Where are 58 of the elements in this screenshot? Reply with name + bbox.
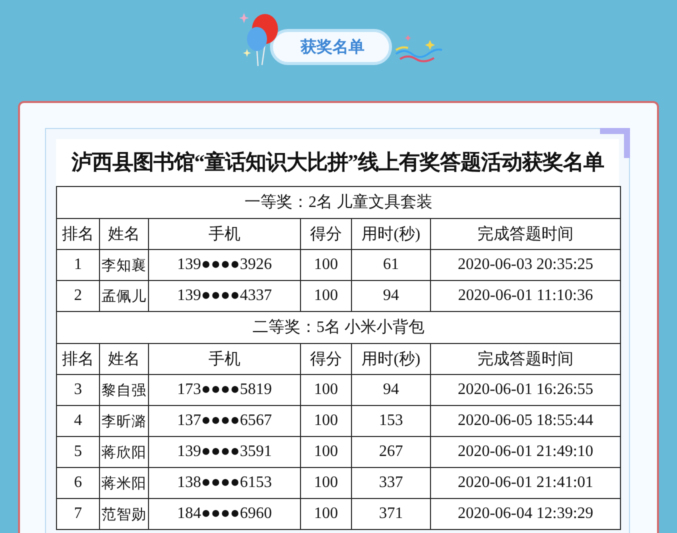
table-cell: 2020-06-01 16:26:55 xyxy=(430,374,620,406)
table-cell: 139●●●●3591 xyxy=(148,436,300,468)
table-cell: 138●●●●6153 xyxy=(148,468,300,498)
column-header: 手机 xyxy=(148,344,300,374)
table-cell: 94 xyxy=(352,374,430,406)
table-cell: 139●●●●4337 xyxy=(148,280,300,312)
table-cell: 100 xyxy=(300,436,352,468)
table-cell: 337 xyxy=(352,468,430,498)
table-cell: 2 xyxy=(56,280,100,312)
table-cell: 2020-06-01 21:49:10 xyxy=(430,436,620,468)
table-cell: 5 xyxy=(56,436,100,468)
table-cell: 137●●●●6567 xyxy=(148,406,300,436)
table-cell: 100 xyxy=(300,280,352,312)
table-cell: 黎自强 xyxy=(100,374,148,406)
table-cell: 100 xyxy=(300,498,352,530)
prize-heading: 二等奖：5名 小米小背包 xyxy=(56,312,620,344)
column-header: 姓名 xyxy=(100,218,148,250)
table-cell: 184●●●●6960 xyxy=(148,498,300,530)
document-title: 泸西县图书馆“童话知识大比拼”线上有奖答题活动获奖名单 xyxy=(70,149,605,176)
table-cell: 2020-06-01 21:41:01 xyxy=(430,468,620,498)
column-header: 得分 xyxy=(300,218,352,250)
column-header: 完成答题时间 xyxy=(430,344,620,374)
table-cell: 范智勋 xyxy=(100,498,148,530)
table-cell: 61 xyxy=(352,250,430,280)
table-cell: 100 xyxy=(300,250,352,280)
table-cell: 1 xyxy=(56,250,100,280)
table-cell: 139●●●●3926 xyxy=(148,250,300,280)
table-cell: 李昕潞 xyxy=(100,406,148,436)
column-header: 排名 xyxy=(56,344,100,374)
table-cell: 100 xyxy=(300,468,352,498)
table-cell: 2020-06-01 11:10:36 xyxy=(430,280,620,312)
column-header: 用时(秒) xyxy=(352,218,430,250)
table-cell: 孟佩儿 xyxy=(100,280,148,312)
table-cell: 94 xyxy=(352,280,430,312)
column-header: 手机 xyxy=(148,218,300,250)
column-header: 用时(秒) xyxy=(352,344,430,374)
column-header: 完成答题时间 xyxy=(430,218,620,250)
table-cell: 100 xyxy=(300,374,352,406)
table-cell: 李知襄 xyxy=(100,250,148,280)
table-cell: 蒋欣阳 xyxy=(100,436,148,468)
column-header: 得分 xyxy=(300,344,352,374)
table-cell: 蒋米阳 xyxy=(100,468,148,498)
table-cell: 2020-06-05 18:55:44 xyxy=(430,406,620,436)
column-header: 排名 xyxy=(56,218,100,250)
table-cell: 173●●●●5819 xyxy=(148,374,300,406)
table-cell: 371 xyxy=(352,498,430,530)
table-cell: 267 xyxy=(352,436,430,468)
column-header: 姓名 xyxy=(100,344,148,374)
prize-heading: 一等奖：2名 儿童文具套装 xyxy=(56,186,620,218)
table-cell: 6 xyxy=(56,468,100,498)
table-cell: 153 xyxy=(352,406,430,436)
table-cell: 3 xyxy=(56,374,100,406)
banner-title: 获奖名单 xyxy=(270,29,392,65)
table-cell: 4 xyxy=(56,406,100,436)
table-cell: 2020-06-04 12:39:29 xyxy=(430,498,620,530)
table-cell: 2020-06-03 20:35:25 xyxy=(430,250,620,280)
table-cell: 7 xyxy=(56,498,100,530)
table-cell: 100 xyxy=(300,406,352,436)
